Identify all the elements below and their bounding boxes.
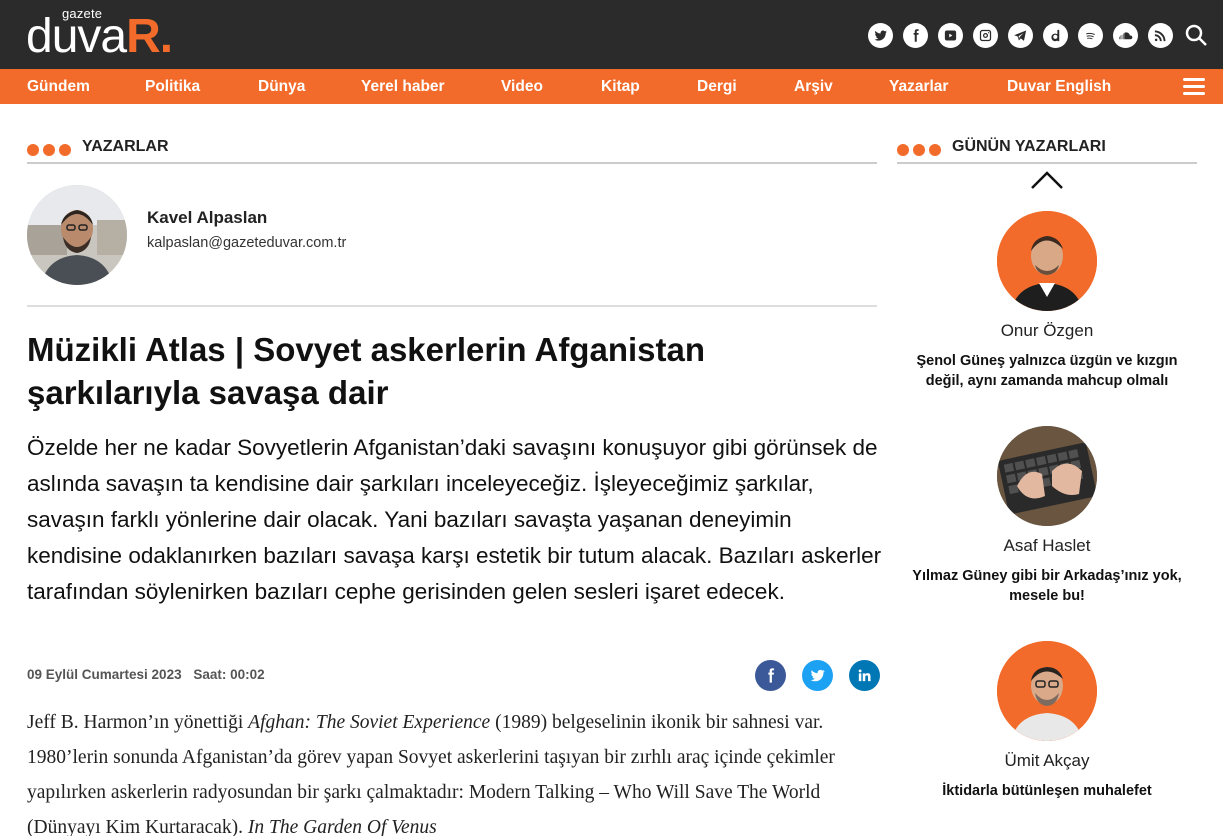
writer-avatar [997, 641, 1097, 741]
sidebar-writer[interactable]: Asaf Haslet Yılmaz Güney gibi bir Arkada… [897, 426, 1197, 606]
article-title: Müzikli Atlas | Sovyet askerlerin Afgani… [27, 331, 705, 411]
youtube-icon[interactable] [938, 22, 963, 48]
share-buttons [755, 660, 880, 691]
soundcloud-icon[interactable] [1113, 22, 1138, 48]
writer-article-title[interactable]: İktidarla bütünleşen muhalefet [897, 781, 1197, 801]
site-header: gazete duvaR. [0, 0, 1223, 69]
nav-item-dergi[interactable]: Dergi [697, 78, 737, 96]
logo-main-text: duvaR. [26, 10, 173, 63]
section-dots-icon [897, 144, 941, 156]
nav-item-duvar-english[interactable]: Duvar English [1007, 78, 1111, 96]
section-title: YAZARLAR [82, 138, 169, 155]
sidebar-writer[interactable]: Ümit Akçay İktidarla bütünleşen muhalefe… [897, 641, 1197, 801]
nav-item-video[interactable]: Video [501, 78, 543, 96]
rss-icon[interactable] [1148, 22, 1173, 48]
section-dots-icon [27, 144, 71, 156]
share-linkedin-icon[interactable] [849, 660, 880, 691]
writer-avatar [997, 426, 1097, 526]
nav-item-yerel-haber[interactable]: Yerel haber [361, 78, 445, 96]
share-twitter-icon[interactable] [802, 660, 833, 691]
writer-name[interactable]: Asaf Haslet [897, 536, 1197, 556]
writer-article-title[interactable]: Şenol Güneş yalnızca üzgün ve kızgın değ… [897, 351, 1197, 391]
author-name[interactable]: Kavel Alpaslan [147, 208, 267, 228]
nav-item-yazarlar[interactable]: Yazarlar [889, 78, 948, 96]
divider [27, 305, 877, 307]
writer-name[interactable]: Onur Özgen [897, 321, 1197, 341]
hamburger-menu-icon[interactable] [1183, 78, 1205, 96]
main-nav: Gündem Politika Dünya Yerel haber Video … [0, 69, 1223, 104]
telegram-icon[interactable] [1008, 22, 1033, 48]
writer-article-title[interactable]: Yılmaz Güney gibi bir Arkadaş’ınız yok, … [897, 566, 1197, 606]
nav-item-politika[interactable]: Politika [145, 78, 200, 96]
instagram-icon[interactable] [973, 22, 998, 48]
section-header-gunun-yazarlari: GÜNÜN YAZARLARI [897, 134, 1197, 164]
social-links [868, 22, 1209, 48]
search-icon[interactable] [1183, 22, 1209, 48]
spotify-icon[interactable] [1078, 22, 1103, 48]
article-lead: Özelde her ne kadar Sovyetlerin Afganist… [27, 435, 882, 604]
author-email[interactable]: kalpaslan@gazeteduvar.com.tr [147, 235, 346, 251]
section-header-yazarlar: YAZARLAR [27, 134, 877, 164]
sidebar-title: GÜNÜN YAZARLARI [952, 138, 1106, 155]
chevron-up-icon[interactable] [1030, 170, 1064, 190]
author-avatar[interactable] [27, 185, 127, 285]
nav-item-gundem[interactable]: Gündem [27, 78, 90, 96]
article-body: Jeff B. Harmon’ın yönettiği Afghan: The … [27, 712, 835, 836]
article-date: 09 Eylül Cumartesi 2023 [27, 667, 182, 682]
article-time: Saat: 00:02 [193, 667, 265, 682]
article-meta: 09 Eylül Cumartesi 2023 Saat: 00:02 [27, 667, 273, 682]
nav-item-arsiv[interactable]: Arşiv [794, 78, 833, 96]
dailymotion-icon[interactable] [1043, 22, 1068, 48]
nav-item-kitap[interactable]: Kitap [601, 78, 640, 96]
share-facebook-icon[interactable] [755, 660, 786, 691]
sidebar-writer[interactable]: Onur Özgen Şenol Güneş yalnızca üzgün ve… [897, 211, 1197, 391]
nav-item-dunya[interactable]: Dünya [258, 78, 305, 96]
facebook-icon[interactable] [903, 22, 928, 48]
writer-avatar [997, 211, 1097, 311]
twitter-icon[interactable] [868, 22, 893, 48]
writer-name[interactable]: Ümit Akçay [897, 751, 1197, 771]
site-logo[interactable]: gazete duvaR. [26, 6, 216, 62]
